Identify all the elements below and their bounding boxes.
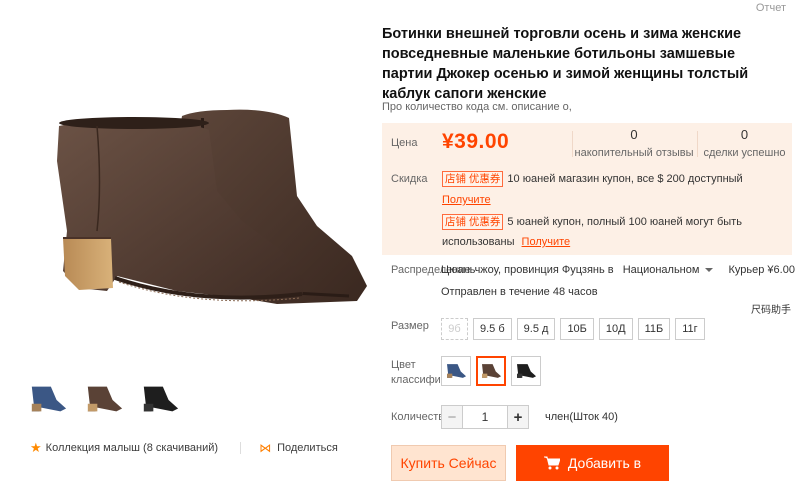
buy-now-button[interactable]: Купить Сейчас	[391, 445, 506, 481]
coupon-1: 店铺 优惠券 10 юаней магазин купон, все $ 200 …	[442, 171, 743, 187]
boots-illustration	[57, 109, 367, 305]
price-value: ¥39.00	[442, 130, 510, 153]
chevron-down-icon	[705, 268, 714, 273]
quantity-stepper: − 1 + член(Шток 40)	[441, 405, 618, 429]
add-to-cart-label: Добавить в	[567, 455, 642, 471]
report-link[interactable]: Отчет	[756, 2, 786, 14]
thumbnail-blue[interactable]	[27, 378, 69, 420]
get-coupon-button[interactable]: Получите	[442, 194, 491, 206]
share-link[interactable]: Поделиться	[277, 442, 338, 454]
color-option-brown[interactable]	[476, 356, 506, 386]
price-row: Цена ¥39.00 0 накопительный отзывы 0 сде…	[382, 123, 792, 163]
thumbnail-black[interactable]	[139, 378, 181, 420]
coupon-tag: 店铺 优惠券	[442, 171, 504, 187]
deals-count: 0	[740, 127, 749, 142]
coupon-tag: 店铺 优惠券	[442, 214, 504, 230]
favorite-link[interactable]: Коллекция малыш (8 скачиваний)	[46, 442, 218, 454]
size-option[interactable]: 11Б	[637, 318, 671, 340]
reviews-label: накопительный отзывы	[574, 147, 694, 159]
size-guide-link[interactable]: 尺码助手	[751, 301, 791, 316]
get-coupon-button[interactable]: Получите	[522, 236, 571, 248]
product-subtitle: Про количество кода см. описание о,	[382, 101, 572, 113]
reviews-stat[interactable]: 0 накопительный отзывы	[572, 127, 696, 159]
thumbnail-strip	[27, 378, 181, 420]
cart-icon	[543, 456, 560, 470]
product-title: Ботинки внешней торговли осень и зима же…	[382, 26, 749, 102]
courier-value: Курьер ¥6.00	[728, 264, 795, 276]
color-option-blue[interactable]	[441, 356, 471, 386]
size-option[interactable]: 9б	[441, 318, 468, 340]
divider	[240, 442, 242, 454]
deals-stat: 0 сделки успешно	[697, 127, 792, 159]
coupon-2-cont: использованы Получите	[442, 236, 570, 248]
price-panel: Цена ¥39.00 0 накопительный отзывы 0 сде…	[382, 123, 792, 255]
stock-info: член(Шток 40)	[545, 411, 618, 423]
coupon-2: 店铺 优惠券 5 юаней купон, полный 100 юаней мо…	[442, 214, 742, 230]
region-value: Национальном	[622, 264, 700, 276]
size-option[interactable]: 9.5 д	[516, 318, 556, 340]
color-options	[441, 356, 541, 386]
deals-label: сделки успешно	[703, 147, 786, 159]
decrease-button[interactable]: −	[441, 405, 463, 429]
price-label: Цена	[391, 137, 418, 149]
share-icon: ⋈	[259, 441, 272, 455]
coupon-text: 10 юаней магазин купон, все $ 200 доступ…	[507, 173, 743, 185]
increase-button[interactable]: +	[507, 405, 529, 429]
size-option[interactable]: 10Б	[560, 318, 594, 340]
region-dropdown[interactable]: Национальном	[623, 264, 714, 276]
size-options: 9б 9.5 б 9.5 д 10Б 10Д 11Б 11г	[441, 318, 705, 340]
color-label-line1: Цвет	[391, 359, 416, 371]
shipping-from: Цюаньчжоу, провинция Фуцзянь в	[441, 264, 614, 276]
reviews-count: 0	[630, 127, 638, 142]
size-option[interactable]: 11г	[675, 318, 705, 340]
main-product-image[interactable]	[27, 26, 367, 366]
courier-dropdown[interactable]: Курьер ¥6.00	[729, 264, 800, 276]
star-icon: ★	[30, 440, 42, 455]
coupon-text: 5 юаней купон, полный 100 юаней могут бы…	[507, 216, 742, 228]
add-to-cart-button[interactable]: Добавить в	[516, 445, 669, 481]
thumbnail-brown[interactable]	[83, 378, 125, 420]
shipping-line: Цюаньчжоу, провинция Фуцзянь в Националь…	[441, 264, 800, 276]
coupon-1-get: Получите	[442, 194, 491, 206]
dispatch-time: Отправлен в течение 48 часов	[441, 286, 598, 298]
size-option[interactable]: 9.5 б	[473, 318, 512, 340]
size-label: Размер	[391, 320, 429, 332]
coupon-text-cont: использованы	[442, 236, 515, 248]
quantity-input[interactable]: 1	[463, 405, 507, 429]
gallery-actions: ★ Коллекция малыш (8 скачиваний) ⋈ Подел…	[30, 440, 338, 456]
discount-label: Скидка	[391, 173, 428, 185]
size-option[interactable]: 10Д	[598, 318, 633, 340]
color-option-black[interactable]	[511, 356, 541, 386]
